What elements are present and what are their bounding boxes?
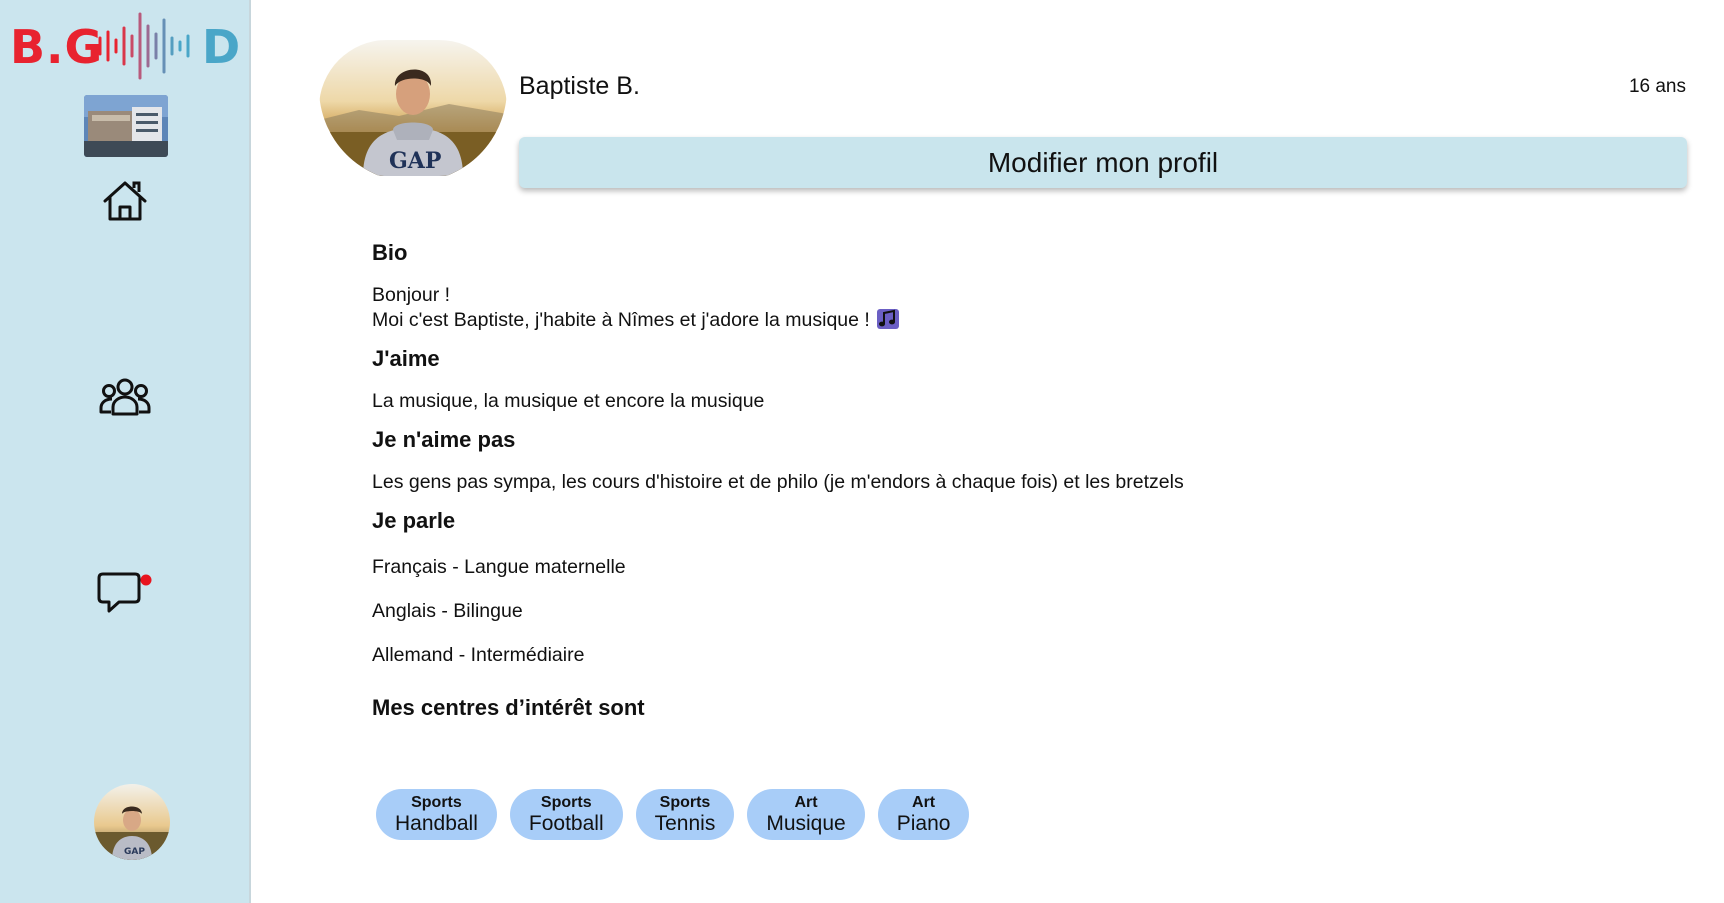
bio-line-1: Bonjour ! <box>372 284 451 306</box>
music-notes-icon <box>876 308 900 338</box>
profile-age: 16 ans <box>1628 76 1686 97</box>
profile-page: GAP Baptiste B. 16 ans Modifier mon prof… <box>251 0 1724 903</box>
svg-text:GAP: GAP <box>124 847 145 857</box>
interest-value: Musique <box>766 811 846 835</box>
logo-text-left: B.G <box>10 20 104 74</box>
school-thumbnail[interactable] <box>84 95 168 157</box>
interest-chip[interactable]: Sports Football <box>509 789 623 840</box>
interest-chip[interactable]: Sports Tennis <box>635 789 735 840</box>
likes-text: La musique, la musique et encore la musi… <box>372 390 765 412</box>
interest-category: Art <box>912 793 936 811</box>
edit-profile-button[interactable]: Modifier mon profil <box>519 137 1687 188</box>
group-icon <box>99 378 151 416</box>
interest-category: Sports <box>411 793 462 811</box>
interest-chips: Sports Handball Sports Football Sports T… <box>376 789 970 840</box>
interest-value: Handball <box>395 811 478 835</box>
logo-text-right: D <box>202 20 241 74</box>
language-item: Anglais - Bilingue <box>372 600 523 622</box>
sidebar: B.G D GAP <box>0 0 251 903</box>
dislikes-heading: Je n'aime pas <box>372 427 516 452</box>
avatar[interactable]: GAP <box>94 784 170 860</box>
interest-chip[interactable]: Art Piano <box>877 789 970 840</box>
nav-messages[interactable] <box>97 568 153 618</box>
interest-value: Piano <box>896 811 951 835</box>
interests-heading: Mes centres d’intérêt sont <box>372 695 645 720</box>
language-item: Français - Langue maternelle <box>372 556 626 578</box>
chat-icon <box>97 572 152 613</box>
interest-category: Art <box>794 793 818 811</box>
nav-home[interactable] <box>97 176 153 226</box>
bio-line-2-text: Moi c'est Baptiste, j'habite à Nîmes et … <box>372 309 870 331</box>
home-icon <box>103 181 147 221</box>
soundwave-logo-icon <box>98 12 190 80</box>
interest-value: Football <box>528 811 604 835</box>
interest-category: Sports <box>659 793 711 811</box>
languages-heading: Je parle <box>372 508 456 533</box>
interest-chip[interactable]: Art Musique <box>747 789 865 840</box>
interest-chip[interactable]: Sports Handball <box>376 789 497 840</box>
nav-groups[interactable] <box>97 372 153 422</box>
dislikes-text: Les gens pas sympa, les cours d'histoire… <box>372 471 1184 493</box>
bio-heading: Bio <box>372 240 408 265</box>
app-logo[interactable]: B.G D <box>10 8 242 84</box>
profile-photo: GAP <box>319 40 507 176</box>
language-item: Allemand - Intermédiaire <box>372 644 585 666</box>
likes-heading: J'aime <box>372 346 440 371</box>
profile-name: Baptiste B. <box>519 72 640 100</box>
bio-line-2: Moi c'est Baptiste, j'habite à Nîmes et … <box>372 306 900 338</box>
notification-dot <box>140 574 152 586</box>
svg-text:GAP: GAP <box>389 148 441 174</box>
interest-category: Sports <box>540 793 592 811</box>
interest-value: Tennis <box>654 811 716 835</box>
